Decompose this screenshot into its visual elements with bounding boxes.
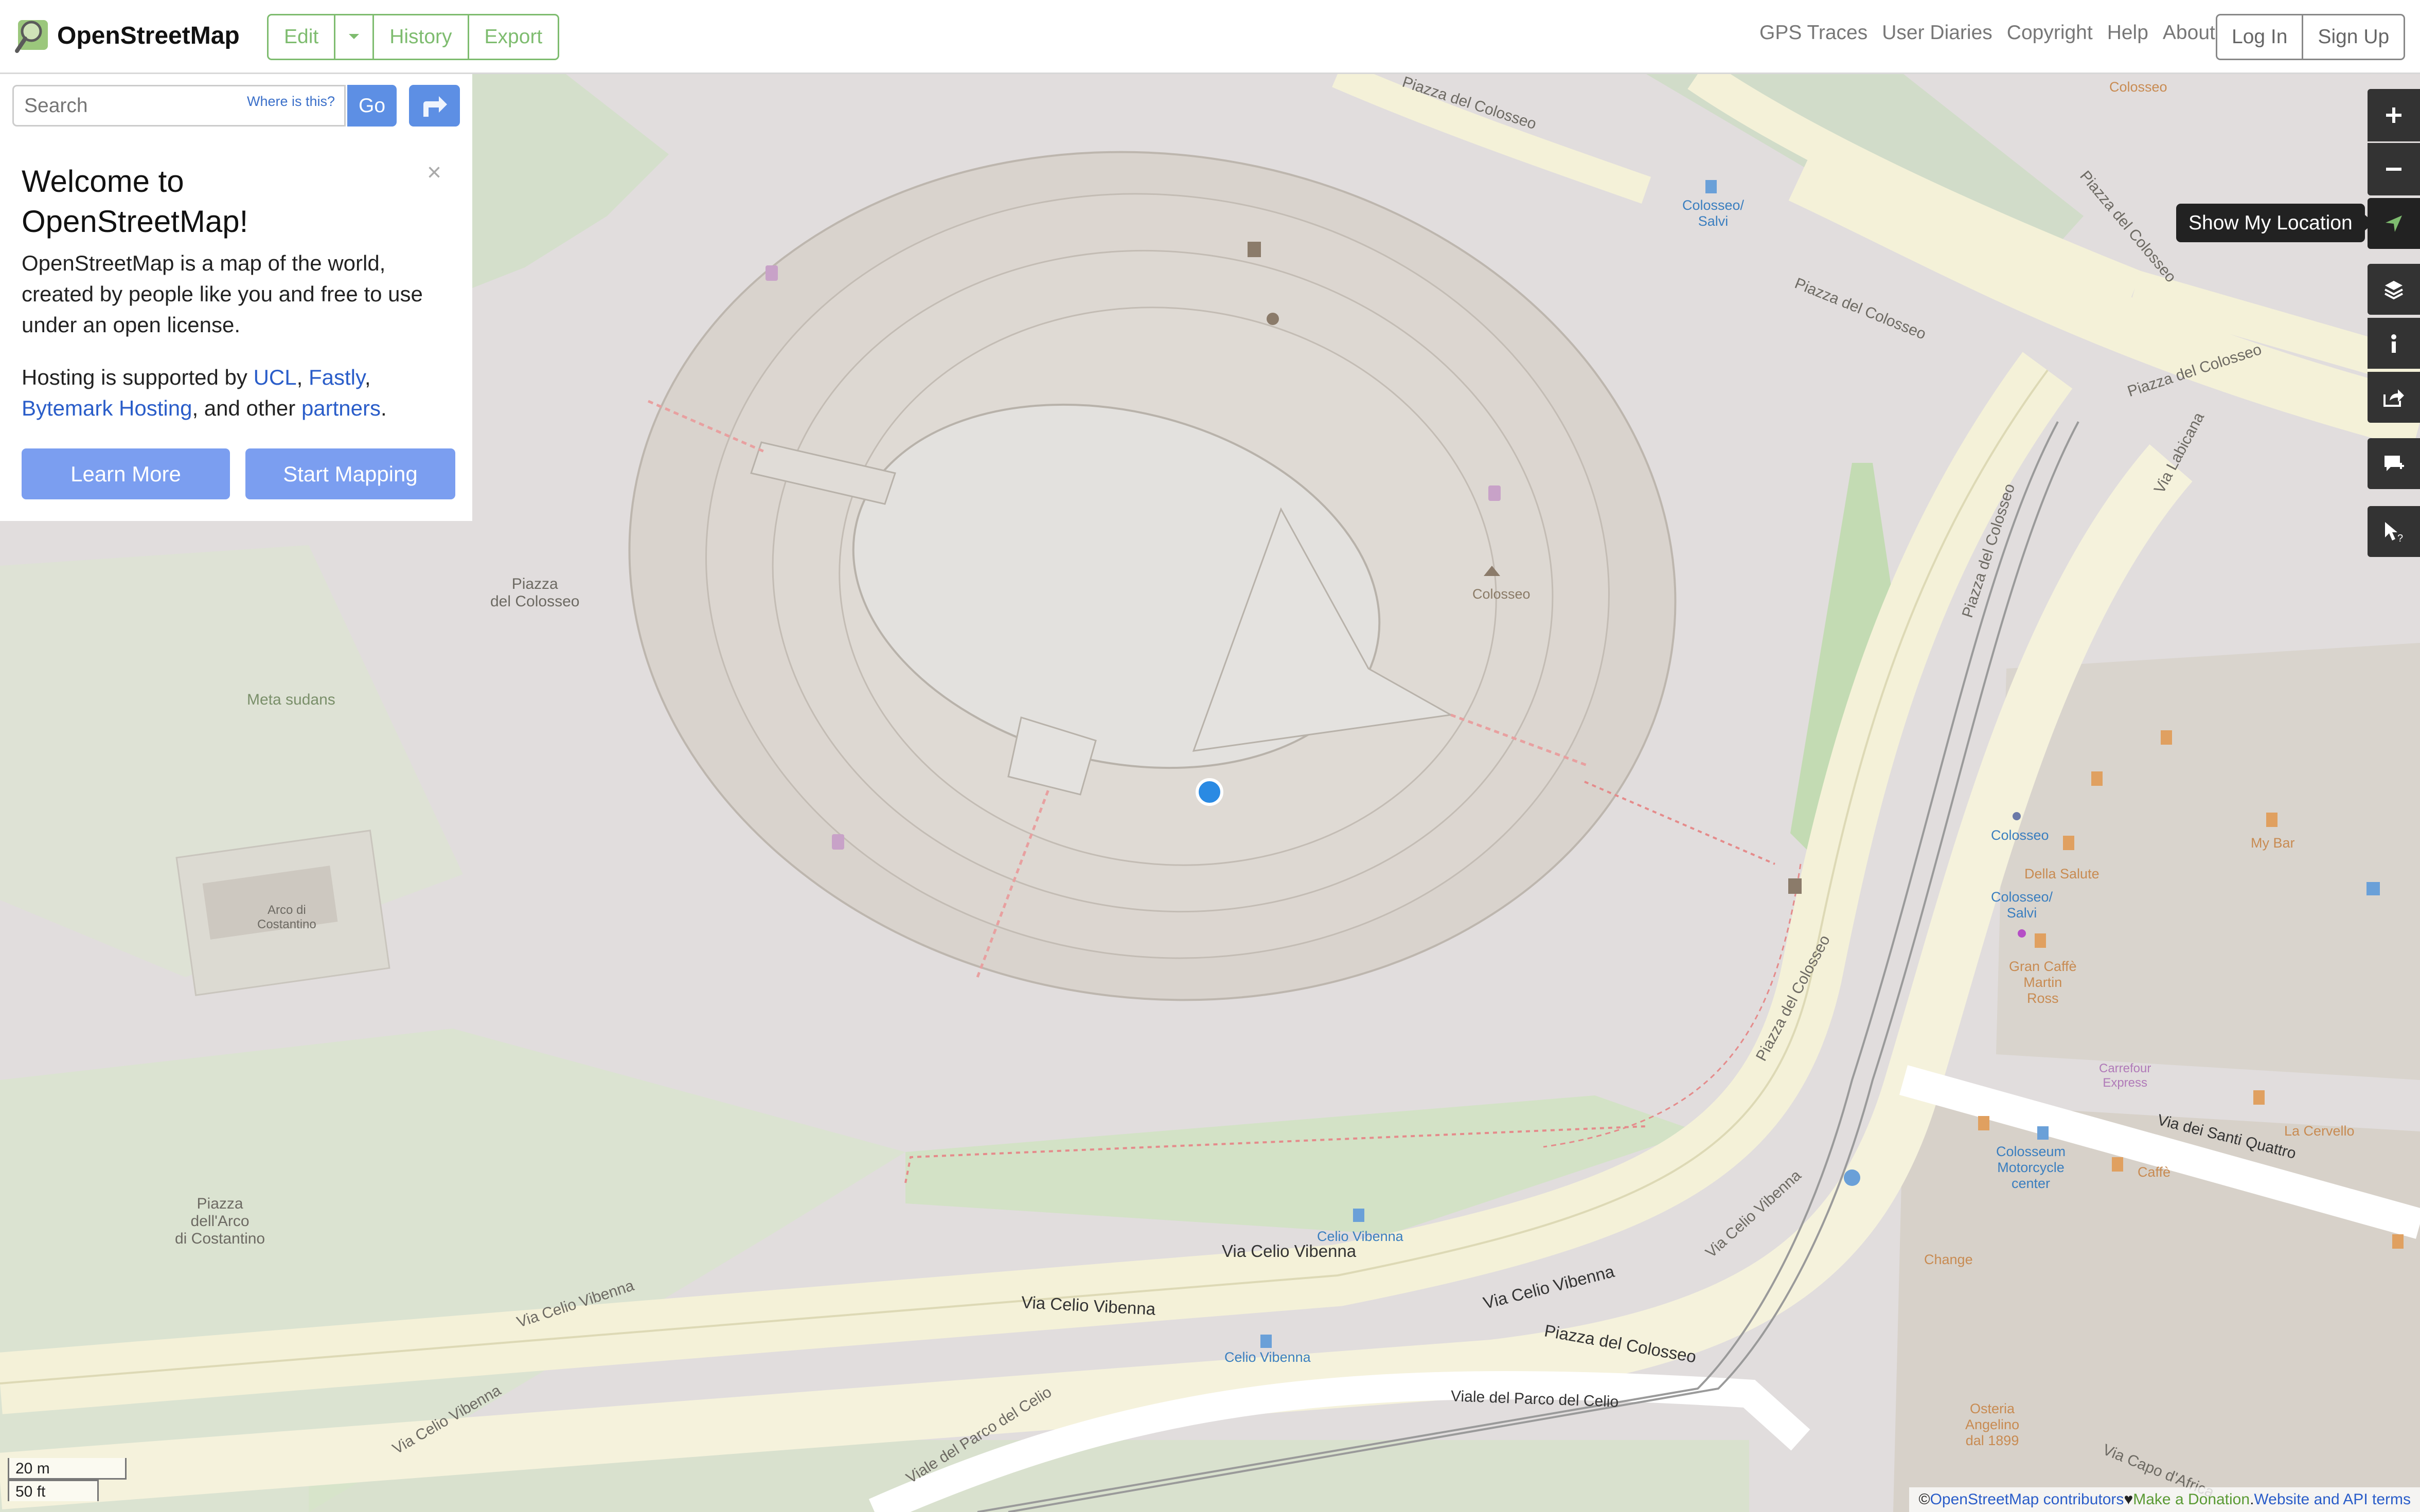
query-cursor-icon: ?: [2385, 521, 2403, 544]
and-other-text: , and other: [192, 396, 301, 420]
svg-text:?: ?: [2397, 533, 2403, 544]
label-caffe: Caffè: [2138, 1164, 2171, 1180]
label-meta-sudans: Meta sudans: [247, 691, 335, 708]
label-la-cervello: La Cervello: [2284, 1123, 2355, 1139]
label-arco-costantino: Arco di Costantino: [257, 903, 316, 931]
minus-icon: [2386, 168, 2401, 171]
welcome-actions: Learn More Start Mapping: [22, 448, 455, 499]
signup-button[interactable]: Sign Up: [2303, 15, 2404, 59]
search-bar: Where is this? Go: [0, 74, 472, 140]
plus-icon: [2386, 107, 2401, 123]
welcome-title: Welcome to OpenStreetMap!: [22, 164, 248, 239]
logo-text: OpenStreetMap: [57, 22, 240, 49]
info-icon: [2391, 334, 2396, 353]
label-celio-vibenna-stop-1: Celio Vibenna: [1317, 1229, 1403, 1244]
terms-link[interactable]: Website and API terms: [2254, 1491, 2411, 1508]
share-button[interactable]: [2368, 372, 2420, 423]
location-arrow-icon: [2386, 215, 2402, 232]
go-button[interactable]: Go: [347, 85, 397, 127]
osm-logo-icon: [15, 20, 48, 53]
separator: ,: [296, 365, 309, 389]
bytemark-link[interactable]: Bytemark Hosting: [22, 396, 192, 420]
attribution-bar: © OpenStreetMap contributors ♥ Make a Do…: [1909, 1487, 2420, 1512]
hosting-prefix: Hosting is supported by: [22, 365, 254, 389]
nav-about[interactable]: About: [2163, 22, 2215, 44]
scale-imperial: 50 ft: [8, 1480, 99, 1501]
nav-gps-traces[interactable]: GPS Traces: [1759, 22, 1867, 44]
label-my-bar: My Bar: [2251, 835, 2295, 851]
top-header: OpenStreetMap Edit History Export GPS Tr…: [0, 0, 2420, 74]
label-piazza-colosseo-nw: Piazza del Colosseo: [490, 575, 580, 610]
show-my-location-tooltip: Show My Location: [2176, 204, 2374, 242]
layers-button[interactable]: [2368, 264, 2420, 315]
start-mapping-button[interactable]: Start Mapping: [245, 448, 455, 499]
label-piazza-arco: Piazza dell'Arco di Costantino: [175, 1195, 265, 1247]
layers-icon: [2385, 280, 2403, 299]
label-della-salute: Della Salute: [2024, 866, 2099, 881]
period: .: [381, 396, 387, 420]
share-icon: [2383, 389, 2404, 407]
secondary-nav: GPS Traces User Diaries Copyright Help A…: [1759, 22, 2230, 44]
label-gran-caffe: Gran Caffè Martin Ross: [2009, 959, 2077, 1006]
zoom-out-button[interactable]: [2368, 143, 2420, 195]
export-button[interactable]: Export: [469, 15, 558, 59]
add-note-button[interactable]: [2368, 438, 2420, 489]
donation-link[interactable]: Make a Donation: [2133, 1491, 2250, 1508]
fastly-link[interactable]: Fastly: [309, 365, 365, 389]
map-scale: 20 m 50 ft: [8, 1458, 127, 1501]
label-colosseo-salvi-2: Colosseo/ Salvi: [1991, 889, 2053, 921]
edit-dropdown-button[interactable]: [335, 15, 375, 59]
logo[interactable]: OpenStreetMap: [14, 17, 240, 54]
close-icon[interactable]: ×: [427, 158, 441, 187]
zoom-in-button[interactable]: [2368, 89, 2420, 141]
label-colosseo: Colosseo: [1472, 586, 1531, 602]
label-celio-vibenna-stop-2: Celio Vibenna: [1224, 1349, 1311, 1365]
label-change: Change: [1924, 1252, 1973, 1267]
add-note-icon: [2385, 455, 2404, 471]
nav-help[interactable]: Help: [2107, 22, 2148, 44]
label-colosseum-center: Colosseum Motorcycle center: [1996, 1144, 2066, 1191]
where-is-this-link[interactable]: Where is this?: [247, 94, 335, 110]
contributors-link[interactable]: OpenStreetMap contributors: [1930, 1491, 2124, 1508]
directions-icon: [423, 96, 447, 117]
my-location-marker: [1196, 778, 1223, 806]
label-colosseo-top: Colosseo: [2109, 79, 2167, 95]
label-colosseo-salvi: Colosseo/ Salvi: [1682, 197, 1745, 229]
edit-button-group: Edit History Export: [267, 14, 560, 60]
heart-icon: ♥: [2124, 1491, 2133, 1508]
query-features-button[interactable]: ?: [2368, 506, 2420, 557]
label-carrefour: Carrefour Express: [2099, 1061, 2151, 1090]
label-osteria: Osteria Angelino dal 1899: [1965, 1401, 2020, 1448]
caret-down-icon: [349, 34, 360, 39]
login-button[interactable]: Log In: [2217, 15, 2304, 59]
separator: ,: [364, 365, 371, 389]
show-my-location-button[interactable]: [2368, 198, 2420, 249]
hosting-text: Hosting is supported by UCL, Fastly, Byt…: [22, 362, 451, 424]
nav-user-diaries[interactable]: User Diaries: [1882, 22, 1992, 44]
history-button[interactable]: History: [374, 15, 469, 59]
copyright-symbol: ©: [1918, 1491, 1930, 1508]
welcome-intro: OpenStreetMap is a map of the world, cre…: [22, 251, 423, 337]
partners-link[interactable]: partners: [301, 396, 381, 420]
directions-button[interactable]: [409, 85, 460, 127]
ucl-link[interactable]: UCL: [254, 365, 297, 389]
map-key-button[interactable]: [2368, 318, 2420, 369]
auth-buttons: Log In Sign Up: [2216, 14, 2406, 60]
scale-metric: 20 m: [8, 1458, 127, 1480]
separator: .: [2250, 1491, 2254, 1508]
nav-copyright[interactable]: Copyright: [2007, 22, 2093, 44]
label-colosseo-stop: Colosseo: [1991, 827, 2049, 843]
learn-more-button[interactable]: Learn More: [22, 448, 230, 499]
welcome-panel: × Welcome to OpenStreetMap! OpenStreetMa…: [0, 140, 472, 521]
edit-button[interactable]: Edit: [269, 15, 336, 59]
